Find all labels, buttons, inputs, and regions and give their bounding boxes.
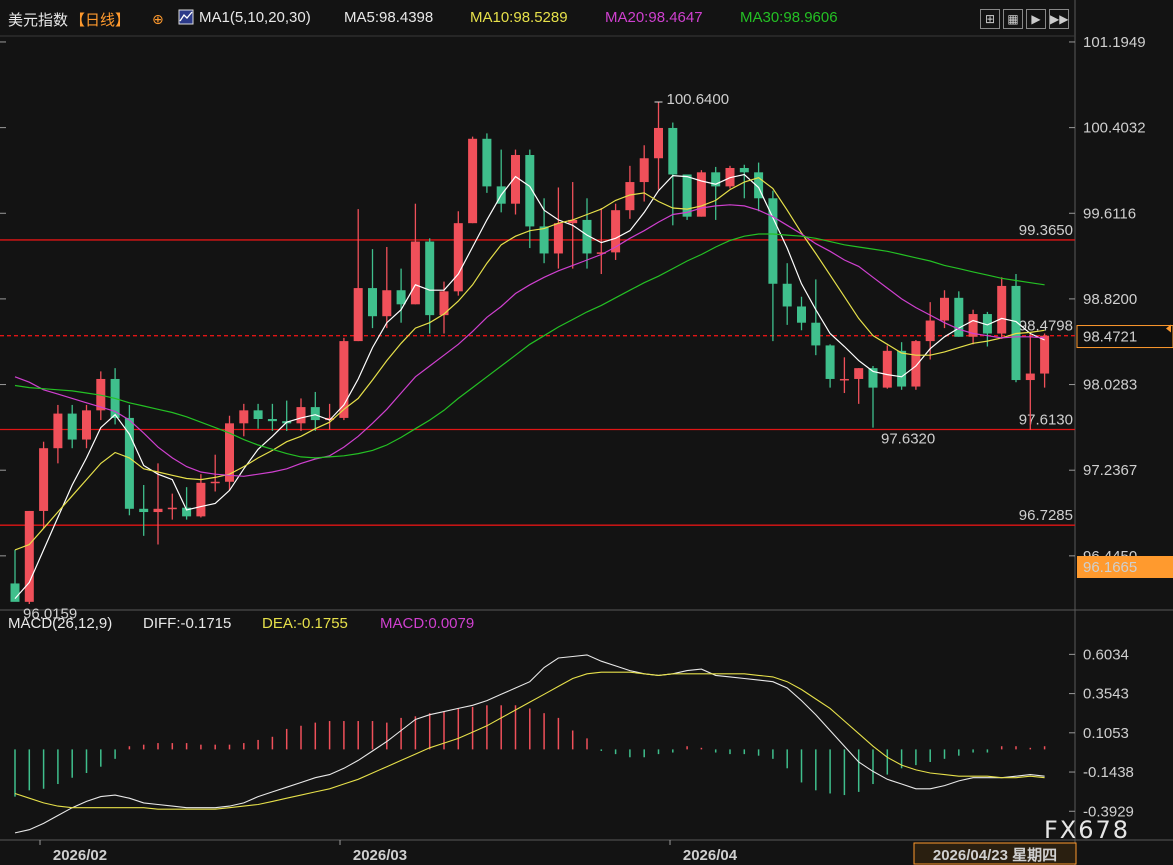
candle-body	[897, 350, 907, 387]
candle-body	[782, 283, 792, 307]
candle-body	[925, 320, 935, 342]
candle-body	[811, 322, 821, 346]
price-tick-label: 97.2367	[1083, 462, 1137, 479]
current-price-label: 98.4721	[1083, 329, 1137, 346]
candle-body	[553, 223, 563, 254]
candle-body	[882, 350, 892, 388]
low-label: 97.6320	[881, 430, 935, 447]
candle-body	[825, 345, 835, 379]
candle-body	[239, 410, 249, 424]
date-label: 2026/03	[353, 847, 407, 864]
hline-label: 97.6130	[1019, 411, 1073, 428]
candle-body	[253, 410, 263, 419]
candle-body	[296, 407, 306, 424]
candle-body	[410, 241, 420, 305]
cursor-date-label: 2026/04/23 星期四	[933, 846, 1057, 864]
high-label: 100.6400	[667, 91, 730, 108]
candle-body	[82, 410, 91, 440]
candle-body	[10, 583, 20, 602]
candle-body	[453, 223, 463, 292]
candle-body	[39, 448, 49, 511]
min-price-label: 96.1665	[1083, 559, 1137, 576]
macd-tick-label: 0.3543	[1083, 686, 1129, 703]
candle-body	[310, 407, 320, 421]
hline-label: 99.3650	[1019, 222, 1073, 239]
candle-body	[24, 510, 34, 602]
candle-body	[167, 507, 177, 510]
candle-body	[911, 341, 921, 387]
chart-canvas[interactable]: 101.1949 100.4032 99.6116 98.8200 98.0283 97.…	[0, 0, 1173, 865]
candle-body	[67, 413, 77, 440]
candle-body	[654, 127, 663, 159]
candle-body	[839, 378, 849, 381]
candle-body	[539, 226, 549, 254]
candle-body	[739, 167, 749, 173]
candle-body	[124, 417, 134, 509]
price-tick-label: 98.8200	[1083, 291, 1137, 308]
price-tick-label: 101.1949	[1083, 34, 1146, 51]
candle-body	[468, 138, 478, 224]
candle-body	[382, 290, 392, 317]
candle-body	[1025, 373, 1035, 381]
candle-body	[854, 368, 864, 379]
candle-body	[797, 306, 806, 323]
candle-body	[396, 290, 406, 305]
candle-body	[940, 297, 949, 321]
candle-body	[682, 174, 692, 217]
macd-tick-label: 0.1053	[1083, 725, 1129, 742]
hline-label: 96.7285	[1019, 507, 1073, 524]
candle-body	[139, 508, 149, 513]
candle-body	[696, 172, 706, 217]
candle-body	[639, 158, 649, 183]
candle-body	[425, 241, 435, 316]
low-label: 96.0159	[23, 605, 77, 622]
candle-body	[153, 508, 163, 513]
watermark: FX678	[1044, 816, 1131, 844]
candle-body	[353, 288, 363, 342]
date-label: 2026/02	[53, 847, 107, 864]
price-tick-label: 99.6116	[1083, 205, 1136, 222]
candle-body	[954, 297, 964, 337]
candle-body	[611, 210, 621, 253]
candle-body	[668, 127, 678, 175]
macd-tick-label: 0.6034	[1083, 646, 1129, 663]
candle-body	[53, 413, 63, 449]
candle-body	[267, 418, 277, 422]
candle-body	[482, 138, 492, 187]
price-tick-label: 100.4032	[1083, 120, 1146, 137]
candle-body	[210, 481, 220, 484]
candle-body	[1040, 335, 1050, 374]
candle-body	[196, 482, 206, 517]
candle-body	[997, 285, 1007, 334]
date-label: 2026/04	[683, 847, 738, 864]
candle-body	[368, 288, 377, 317]
macd-tick-label: -0.1438	[1083, 764, 1134, 781]
price-tick-label: 98.0283	[1083, 377, 1137, 394]
